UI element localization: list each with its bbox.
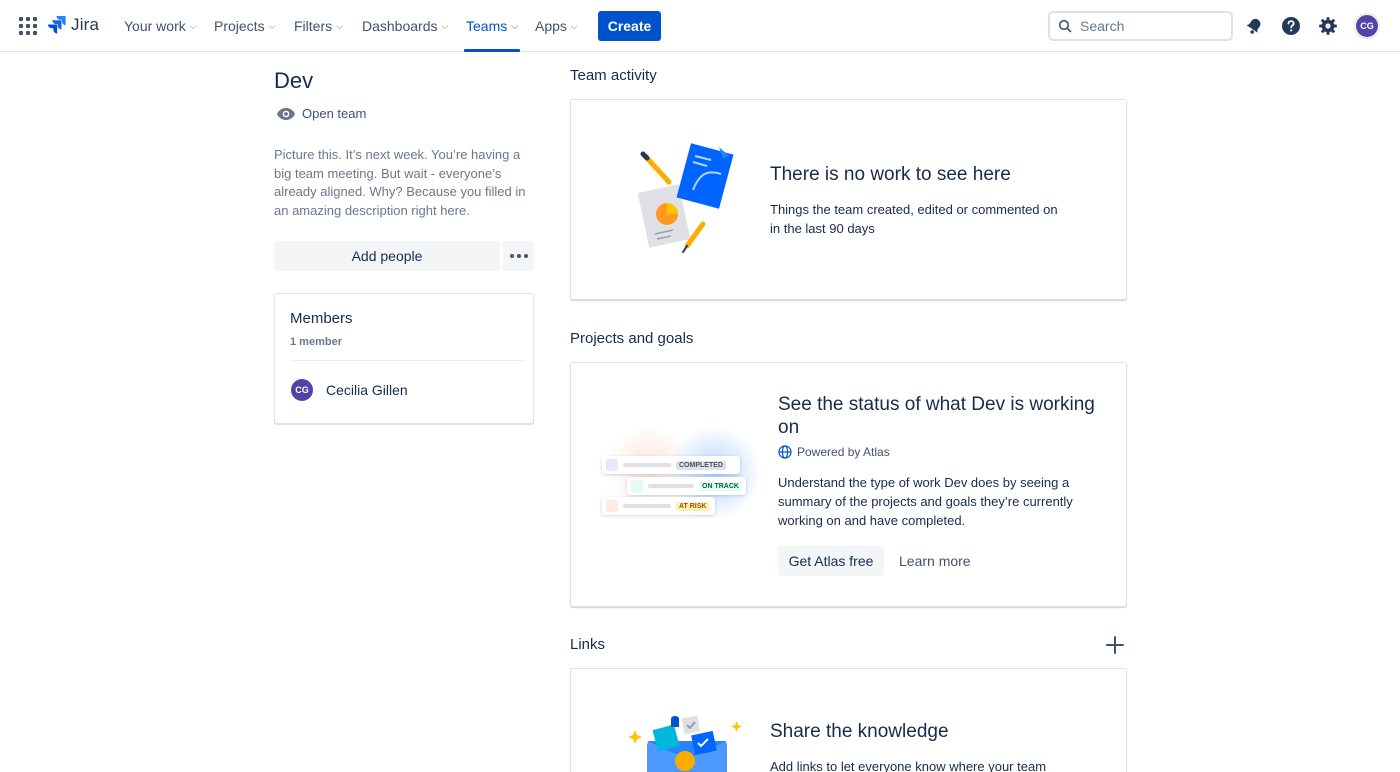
links-card: Share the knowledge Add links to let eve… <box>570 668 1127 772</box>
projects-heading: See the status of what Dev is working on <box>778 394 1095 438</box>
chevron-down-icon: ⌵ <box>268 21 276 31</box>
members-count: 1 member <box>290 336 342 348</box>
chevron-down-icon: ⌵ <box>441 21 449 31</box>
status-row-on-track: ON TRACK <box>627 477 746 495</box>
create-button[interactable]: Create <box>598 11 661 41</box>
notifications-icon[interactable] <box>1242 14 1266 38</box>
team-activity-title: Team activity <box>570 67 657 84</box>
search-placeholder: Search <box>1080 18 1125 34</box>
status-badge: ON TRACK <box>699 481 742 491</box>
chevron-down-icon: ⌵ <box>189 21 197 31</box>
jira-logo[interactable]: Jira <box>48 15 99 35</box>
add-link-icon[interactable] <box>1104 634 1126 656</box>
projects-text: Understand the type of work Dev does by … <box>778 475 1073 528</box>
user-avatar[interactable]: CG <box>1355 14 1379 38</box>
member-name: Cecilia Gillen <box>326 382 408 398</box>
documents-illustration <box>637 143 734 253</box>
team-visibility: Open team <box>276 106 366 121</box>
team-description[interactable]: Picture this. It’s next week. You’re hav… <box>274 146 536 220</box>
more-actions-button[interactable] <box>503 241 534 271</box>
top-navigation: Jira Your work ⌵ Projects ⌵ Filters ⌵ Dashb… <box>0 0 1400 52</box>
nav-label: Filters <box>294 18 333 34</box>
activity-heading: There is no work to see here <box>770 164 1011 185</box>
chevron-down-icon: ⌵ <box>570 21 578 31</box>
more-icon <box>509 254 514 258</box>
nav-apps[interactable]: Apps ⌵ <box>535 0 578 52</box>
chevron-down-icon: ⌵ <box>511 21 519 31</box>
nav-label: Dashboards <box>362 18 438 34</box>
status-row-completed: COMPLETED <box>602 456 740 474</box>
jira-logo-icon <box>48 16 66 34</box>
team-activity-card: There is no work to see here Things the … <box>570 99 1127 300</box>
nav-label: Projects <box>214 18 265 34</box>
members-card: Members 1 member CG Cecilia Gillen <box>274 293 534 424</box>
learn-more-button[interactable]: Learn more <box>899 546 971 576</box>
help-icon[interactable] <box>1279 14 1303 38</box>
nav-dashboards[interactable]: Dashboards ⌵ <box>362 0 448 52</box>
member-item[interactable]: CG Cecilia Gillen <box>291 379 408 401</box>
nav-teams[interactable]: Teams ⌵ <box>463 0 521 52</box>
status-badge: COMPLETED <box>676 460 726 470</box>
links-heading: Share the knowledge <box>770 721 949 742</box>
projects-goals-title: Projects and goals <box>570 330 694 347</box>
get-atlas-button[interactable]: Get Atlas free <box>778 546 884 576</box>
globe-icon <box>778 445 792 459</box>
share-knowledge-illustration <box>628 715 742 772</box>
status-row-at-risk: AT RISK <box>602 497 715 515</box>
search-input[interactable]: Search <box>1048 11 1233 41</box>
team-name: Dev <box>274 68 314 93</box>
divider <box>290 360 526 361</box>
avatar: CG <box>291 379 313 401</box>
powered-by-atlas: Powered by Atlas <box>778 445 890 459</box>
links-title: Links <box>570 636 606 653</box>
logo-text: Jira <box>71 15 100 34</box>
links-text: Add links to let everyone know where you… <box>770 759 1047 772</box>
nav-your-work[interactable]: Your work ⌵ <box>124 0 197 52</box>
app-switcher-icon[interactable] <box>19 17 37 35</box>
nav-label: Apps <box>535 18 567 34</box>
nav-filters[interactable]: Filters ⌵ <box>294 0 343 52</box>
activity-text: Things the team created, edited or comme… <box>770 202 1058 236</box>
visibility-label: Open team <box>302 106 367 121</box>
status-illustration: COMPLETED ON TRACK AT RISK <box>599 423 759 533</box>
powered-by-label: Powered by Atlas <box>797 445 890 459</box>
projects-goals-card: COMPLETED ON TRACK AT RISK See the statu… <box>570 362 1127 607</box>
search-icon <box>1058 19 1072 33</box>
add-people-button[interactable]: Add people <box>274 241 500 271</box>
nav-label: Your work <box>124 18 186 34</box>
nav-label: Teams <box>466 18 508 34</box>
settings-icon[interactable] <box>1316 14 1340 38</box>
status-badge: AT RISK <box>676 501 710 511</box>
chevron-down-icon: ⌵ <box>336 21 343 31</box>
nav-projects[interactable]: Projects ⌵ <box>214 0 275 52</box>
eye-icon <box>277 107 295 120</box>
members-title: Members <box>290 310 353 327</box>
